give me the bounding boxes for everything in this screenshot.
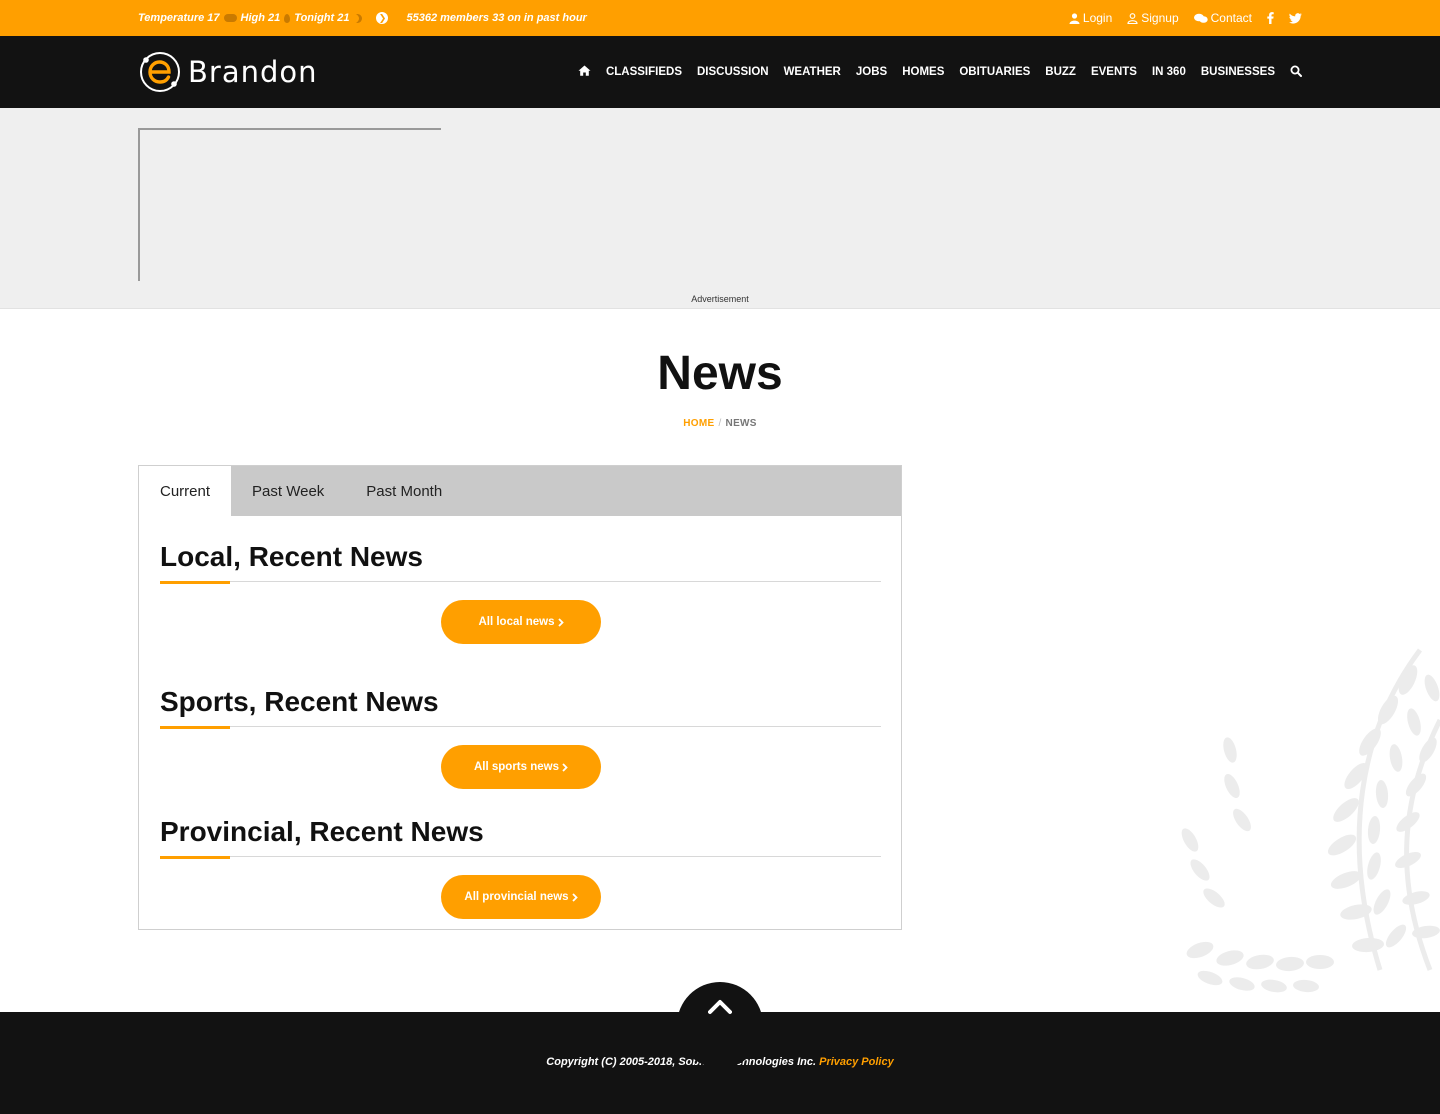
tab-current[interactable]: Current bbox=[139, 466, 232, 516]
nav-classifieds[interactable]: CLASSIFIEDS bbox=[606, 66, 682, 78]
nav-discussion[interactable]: DISCUSSION bbox=[697, 66, 769, 78]
ad-slot[interactable] bbox=[138, 128, 441, 281]
news-panel: Current Past Week Past Month Local, Rece… bbox=[138, 465, 902, 930]
chevron-right-icon bbox=[557, 617, 564, 627]
news-tabs: Current Past Week Past Month bbox=[139, 466, 901, 516]
nav-in-360[interactable]: IN 360 bbox=[1152, 66, 1186, 78]
tonight-text: Tonight 21 bbox=[294, 12, 350, 24]
signup-link[interactable]: Signup bbox=[1127, 11, 1179, 25]
members-text: 55362 members 33 on in past hour bbox=[406, 12, 587, 24]
search-icon bbox=[1290, 65, 1302, 77]
temperature-text: Temperature 17 bbox=[138, 12, 220, 24]
login-link[interactable]: Login bbox=[1069, 11, 1112, 25]
nav-menu: CLASSIFIEDS DISCUSSION WEATHER JOBS HOME… bbox=[578, 36, 1302, 108]
section-title-sports: Sports, Recent News bbox=[160, 686, 439, 717]
contact-link[interactable]: Contact bbox=[1193, 11, 1252, 25]
facebook-icon bbox=[1267, 12, 1274, 24]
section-title-local: Local, Recent News bbox=[160, 541, 423, 572]
section-divider bbox=[160, 726, 881, 729]
chevron-up-icon bbox=[708, 1000, 732, 1014]
section-divider bbox=[160, 581, 881, 584]
breadcrumb-separator: / bbox=[718, 418, 722, 429]
site-logo[interactable]: Brandon bbox=[138, 50, 318, 94]
cloud-icon bbox=[223, 14, 237, 22]
facebook-link[interactable] bbox=[1267, 12, 1274, 24]
signup-label: Signup bbox=[1141, 11, 1179, 25]
nav-events[interactable]: EVENTS bbox=[1091, 66, 1137, 78]
high-text: High 21 bbox=[240, 12, 281, 24]
top-bar: Temperature 17 High 21 Tonight 21 ❯ 5536… bbox=[0, 0, 1440, 36]
section-title-provincial: Provincial, Recent News bbox=[160, 816, 484, 847]
advertisement-label: Advertisement bbox=[691, 294, 749, 304]
e-logo-icon bbox=[140, 52, 180, 92]
all-local-news-label: All local news bbox=[478, 616, 555, 628]
twitter-icon bbox=[1289, 12, 1302, 24]
nav-obituaries[interactable]: OBITUARIES bbox=[959, 66, 1030, 78]
nav-search[interactable] bbox=[1290, 65, 1302, 80]
page-title: News bbox=[657, 347, 783, 400]
home-icon bbox=[578, 65, 591, 76]
nav-weather[interactable]: WEATHER bbox=[784, 66, 841, 78]
login-label: Login bbox=[1082, 11, 1113, 25]
moon-icon bbox=[353, 14, 362, 23]
breadcrumb-current: NEWS bbox=[725, 418, 757, 429]
main-navbar: Brandon CLASSIFIEDS DISCUSSION WEATHER J… bbox=[0, 36, 1440, 108]
tab-past-week[interactable]: Past Week bbox=[231, 466, 345, 516]
contact-label: Contact bbox=[1210, 11, 1252, 25]
provincial-news-section: Provincial, Recent News All provincial n… bbox=[160, 811, 881, 919]
local-news-section: Local, Recent News All local news bbox=[160, 536, 881, 644]
comments-icon bbox=[1193, 13, 1208, 23]
nav-jobs[interactable]: JOBS bbox=[856, 66, 887, 78]
section-divider bbox=[160, 856, 881, 859]
logo-text: Brandon bbox=[188, 55, 318, 89]
wheat-wreath-icon bbox=[1181, 648, 1440, 993]
twitter-link[interactable] bbox=[1289, 12, 1302, 24]
all-sports-news-label: All sports news bbox=[474, 761, 559, 773]
back-to-top-button[interactable] bbox=[677, 982, 763, 1068]
chevron-right-icon bbox=[562, 762, 568, 772]
breadcrumb: HOME / NEWS bbox=[0, 418, 1440, 429]
chevron-right-icon bbox=[571, 892, 578, 902]
user-icon bbox=[1069, 12, 1080, 24]
copyright-label: Copyright (C) 2005-2018, Sobkow Technolo… bbox=[546, 1056, 817, 1068]
sports-news-section: Sports, Recent News All sports news bbox=[160, 681, 881, 789]
all-provincial-news-label: All provincial news bbox=[464, 891, 569, 903]
all-provincial-news-button[interactable]: All provincial news bbox=[441, 875, 601, 919]
nav-homes[interactable]: HOMES bbox=[902, 66, 944, 78]
nav-home[interactable] bbox=[578, 65, 591, 79]
all-local-news-button[interactable]: All local news bbox=[441, 600, 601, 644]
advertisement-area: Advertisement bbox=[0, 108, 1440, 309]
user-outline-icon bbox=[1127, 12, 1138, 24]
breadcrumb-home[interactable]: HOME bbox=[683, 418, 714, 429]
tab-past-month[interactable]: Past Month bbox=[345, 466, 463, 516]
nav-businesses[interactable]: BUSINESSES bbox=[1201, 66, 1275, 78]
arrow-circle-right-icon[interactable]: ❯ bbox=[376, 12, 389, 24]
all-sports-news-button[interactable]: All sports news bbox=[441, 745, 601, 789]
weather-strip: Temperature 17 High 21 Tonight 21 ❯ 5536… bbox=[138, 0, 587, 36]
account-links: Login Signup Contact bbox=[1069, 0, 1302, 36]
privacy-policy-link[interactable]: Privacy Policy bbox=[819, 1056, 894, 1068]
fire-icon bbox=[284, 13, 291, 23]
nav-buzz[interactable]: BUZZ bbox=[1045, 66, 1076, 78]
